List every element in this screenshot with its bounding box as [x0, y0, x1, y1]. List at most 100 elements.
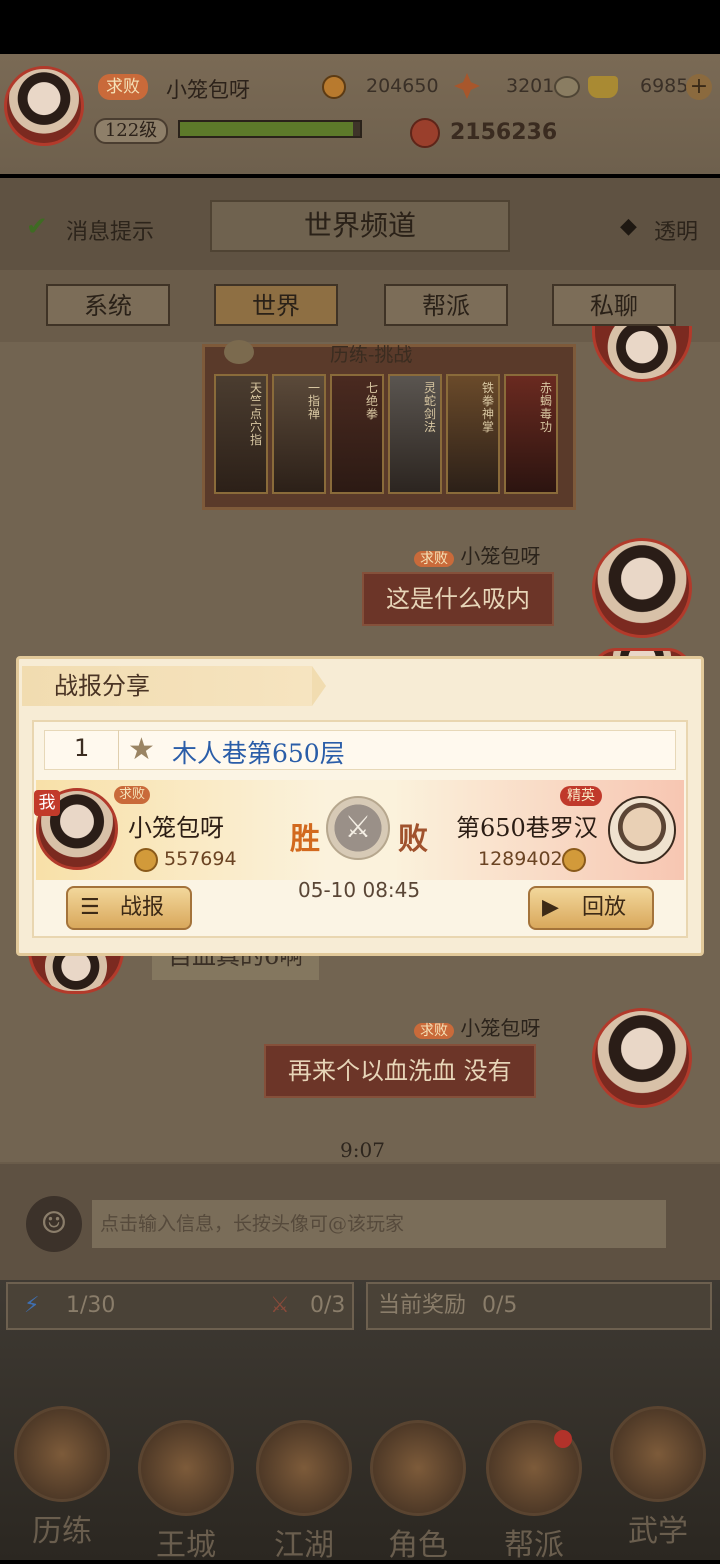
replay-button[interactable]: ▶ 回放 [528, 886, 654, 930]
battle-time: 05-10 08:45 [298, 878, 421, 902]
chat-input-field[interactable]: 点击输入信息，长按头像可@该玩家 [92, 1200, 666, 1248]
win-label: 胜 [290, 822, 320, 857]
diamond-icon: ◆ [620, 214, 637, 239]
nav-label: 江湖 [274, 1528, 334, 1563]
left-player-power: 557694 [164, 848, 237, 870]
sender-avatar[interactable] [592, 538, 692, 638]
level-badge: 122级 [94, 118, 168, 144]
challenge-card-title: 历练-挑战 [330, 344, 413, 366]
skill-card[interactable]: 天竺点穴指 [214, 374, 268, 494]
power-icon [562, 848, 586, 872]
dialog-title: 战报分享 [22, 666, 312, 706]
tab-world[interactable]: 世界 [214, 284, 338, 326]
silver-icon [554, 76, 580, 98]
reward-label: 当前奖励 [378, 1293, 467, 1318]
sword-icon: ⚔ [270, 1293, 290, 1318]
gold-ingot-icon [588, 76, 618, 98]
nav-item-guild[interactable]: 帮派 [478, 1420, 590, 1564]
star-icon: ★ [128, 732, 155, 767]
add-gold-button[interactable]: + [686, 74, 712, 100]
tab-system[interactable]: 系统 [46, 284, 170, 326]
message-timestamp: 9:07 [340, 1138, 385, 1162]
ingot-count: 3201 [506, 75, 555, 97]
quest-bar-left[interactable]: ⚡ 1/30 ⚔ 0/3 [6, 1282, 354, 1330]
energy-count: 1/30 [66, 1293, 116, 1318]
left-player-name: 小笼包呀 [128, 814, 224, 842]
opponent-avatar[interactable] [608, 796, 676, 864]
message-bubble[interactable]: 再来个以血洗血 没有 [264, 1044, 536, 1098]
nav-label: 武学 [628, 1514, 688, 1549]
transparent-toggle[interactable]: 透明 [654, 214, 698, 246]
title-badge: 求败 [98, 74, 148, 100]
nav-label: 王城 [156, 1528, 216, 1563]
sender-name: 小笼包呀 [460, 1016, 541, 1040]
nav-item-jianghu[interactable]: 江湖 [248, 1420, 360, 1564]
coin-count: 204650 [366, 75, 439, 97]
report-button-label: 战报 [120, 895, 165, 920]
message-sender: 求败 小笼包呀 [414, 1012, 540, 1041]
report-button[interactable]: ☰ 战报 [66, 886, 192, 930]
nav-label: 角色 [388, 1528, 448, 1563]
nav-item-training[interactable]: 历练 [6, 1406, 118, 1550]
skill-card[interactable]: 赤蝎毒功 [504, 374, 558, 494]
report-index: 1 [74, 734, 90, 762]
player-avatar[interactable] [4, 66, 84, 146]
skill-card[interactable]: 七绝拳 [330, 374, 384, 494]
replay-button-label: 回放 [582, 895, 627, 920]
sender-name: 小笼包呀 [460, 544, 541, 568]
nav-item-martial[interactable]: 武学 [602, 1406, 714, 1550]
castle-icon [138, 1420, 234, 1516]
message-sender: 求败 小笼包呀 [414, 540, 540, 569]
list-icon: ☰ [80, 895, 100, 920]
exp-bar-fill [180, 122, 353, 136]
check-icon[interactable]: ✔ [26, 212, 48, 242]
power-icon [134, 848, 158, 872]
quest-bar-right[interactable]: 当前奖励 0/5 [366, 1282, 712, 1330]
left-title-badge: 求败 [114, 786, 151, 804]
emoji-button[interactable]: ☺ [26, 1196, 82, 1252]
sender-title-badge: 求败 [414, 1023, 454, 1039]
power-icon [410, 118, 440, 148]
player-name: 小笼包呀 [166, 78, 250, 102]
title-arrow [312, 666, 326, 706]
skill-card[interactable]: 一指禅 [272, 374, 326, 494]
energy-icon: ⚡ [24, 1293, 40, 1318]
nav-item-city[interactable]: 王城 [130, 1420, 242, 1564]
scroll-icon [14, 1406, 110, 1502]
message-bubble[interactable]: 这是什么吸内 [362, 572, 554, 626]
sender-avatar[interactable] [592, 1008, 692, 1108]
nav-label: 帮派 [504, 1528, 564, 1563]
skill-card[interactable]: 铁拳神掌 [446, 374, 500, 494]
nav-item-character[interactable]: 角色 [362, 1420, 474, 1564]
lose-label: 败 [398, 822, 428, 857]
player-header [0, 54, 720, 174]
gold-count: 6985 [640, 75, 689, 97]
world-icon [256, 1420, 352, 1516]
right-player-power: 1289402 [478, 848, 563, 870]
status-bar [0, 0, 720, 54]
right-title-badge: 精英 [560, 786, 602, 806]
card-row: 天竺点穴指 一指禅 七绝拳 灵蛇剑法 铁拳神掌 赤蝎毒功 [214, 374, 564, 496]
notify-label[interactable]: 消息提示 [66, 214, 154, 246]
divider [118, 730, 119, 770]
coin-icon [322, 75, 346, 99]
attempt-count: 0/3 [310, 1293, 346, 1318]
skill-card[interactable]: 灵蛇剑法 [388, 374, 442, 494]
stage-name: 木人巷第650层 [172, 739, 345, 768]
power-value: 2156236 [450, 120, 558, 145]
tab-private[interactable]: 私聊 [552, 284, 676, 326]
exp-bar [178, 120, 362, 138]
tab-guild[interactable]: 帮派 [384, 284, 508, 326]
book-icon [610, 1406, 706, 1502]
right-player-name: 第650巷罗汉 [456, 814, 598, 842]
nav-label: 历练 [32, 1514, 92, 1549]
notification-dot [554, 1430, 572, 1448]
card-emblem-icon [224, 340, 254, 364]
play-icon: ▶ [542, 895, 559, 920]
crossed-swords-icon: ⚔ [326, 796, 390, 860]
reward-count: 0/5 [482, 1293, 518, 1318]
me-badge: 我 [34, 790, 60, 816]
sender-title-badge: 求败 [414, 551, 454, 567]
character-icon [370, 1420, 466, 1516]
channel-title: 世界频道 [210, 200, 510, 252]
